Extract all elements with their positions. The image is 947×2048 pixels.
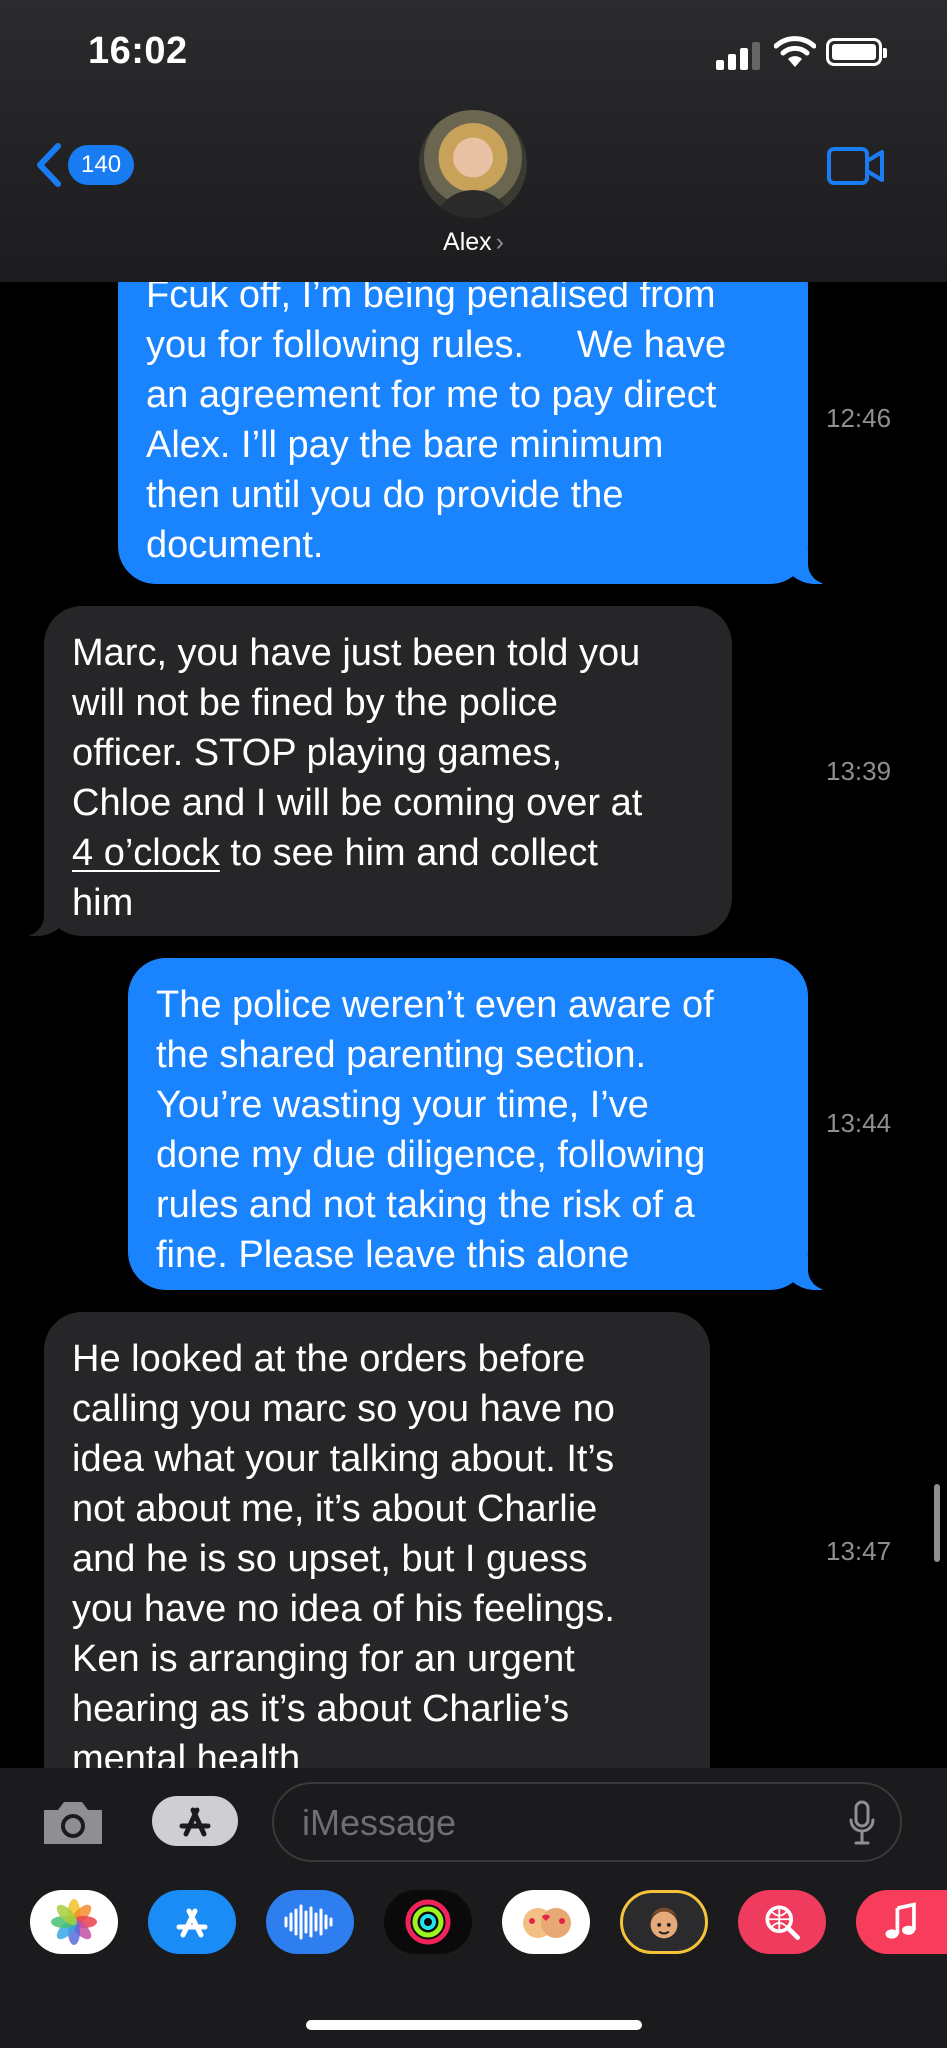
message-line: an agreement for me to pay direct bbox=[146, 374, 717, 416]
message-line: rules and not taking the risk of a bbox=[156, 1184, 695, 1226]
message-line: Chloe and I will be coming over at bbox=[72, 782, 643, 824]
message-line: You’re wasting your time, I’ve bbox=[156, 1084, 649, 1126]
app-store-icon bbox=[179, 1807, 211, 1837]
message-text: to see him and collect bbox=[219, 832, 598, 874]
message-line: then until you do provide the bbox=[146, 474, 624, 516]
message-line: Ken is arranging for an urgent bbox=[72, 1638, 575, 1680]
apps-button[interactable] bbox=[152, 1796, 238, 1846]
message-line: Alex. I’ll pay the bare minimum bbox=[146, 424, 664, 466]
app-store-icon[interactable] bbox=[148, 1890, 236, 1954]
message-line: him bbox=[72, 882, 134, 924]
home-indicator[interactable] bbox=[306, 2020, 642, 2030]
compose-bar: iMessage bbox=[0, 1768, 947, 1876]
activity-icon[interactable] bbox=[384, 1890, 472, 1954]
time-link[interactable]: 4 o’clock bbox=[72, 832, 220, 874]
message-line: you for following rules. We have bbox=[146, 324, 727, 366]
status-time: 16:02 bbox=[88, 30, 188, 72]
message-input[interactable]: iMessage bbox=[272, 1782, 902, 1862]
message-line: the shared parenting section. bbox=[156, 1034, 647, 1076]
message-timestamp: 13:39 bbox=[826, 756, 892, 786]
message-timestamp: 13:47 bbox=[826, 1536, 892, 1566]
back-button[interactable]: 140 bbox=[34, 142, 135, 188]
message-line: The police weren’t even aware of bbox=[156, 984, 714, 1026]
unread-count-badge: 140 bbox=[68, 145, 135, 185]
message-line: you have no idea of his feelings. bbox=[72, 1588, 615, 1630]
message-line: fine. Please leave this alone bbox=[156, 1234, 630, 1276]
message-line: and he is so upset, but I guess bbox=[72, 1538, 588, 1580]
message-line: will not be fined by the police bbox=[72, 682, 558, 724]
memoji-stickers-icon[interactable] bbox=[502, 1890, 590, 1954]
microphone-icon[interactable] bbox=[848, 1800, 876, 1846]
contact-name: Alex bbox=[443, 228, 492, 256]
avatar[interactable] bbox=[419, 110, 527, 218]
camera-icon[interactable] bbox=[40, 1798, 106, 1848]
message-line: Marc, you have just been told you bbox=[72, 632, 641, 674]
chevron-right-icon: › bbox=[495, 228, 504, 256]
audio-message-icon[interactable] bbox=[266, 1890, 354, 1954]
message-line: He looked at the orders before bbox=[72, 1338, 586, 1380]
message-timestamp: 12:46 bbox=[826, 403, 892, 433]
music-icon[interactable] bbox=[856, 1890, 947, 1954]
message-bubble-sent[interactable]: Fcuk off, I’m being penalised from you f… bbox=[118, 248, 844, 584]
message-line: idea what your talking about. It’s bbox=[72, 1438, 615, 1480]
wifi-icon bbox=[774, 36, 816, 67]
video-call-icon[interactable] bbox=[826, 146, 886, 186]
message-bubble-received[interactable]: He looked at the orders before calling y… bbox=[44, 1312, 710, 1768]
scroll-indicator[interactable] bbox=[934, 1484, 940, 1562]
message-line: hearing as it’s about Charlie’s bbox=[72, 1688, 570, 1730]
message-line: officer. STOP playing games, bbox=[72, 732, 563, 774]
conversation-header: 16:02 140 Alex › bbox=[0, 0, 947, 282]
message-bubble-received[interactable]: Marc, you have just been told you will n… bbox=[8, 606, 732, 936]
message-line: mental health bbox=[72, 1738, 301, 1768]
web-search-icon[interactable] bbox=[738, 1890, 826, 1954]
message-line: not about me, it’s about Charlie bbox=[72, 1488, 598, 1530]
message-bubble-sent[interactable]: The police weren’t even aware of the sha… bbox=[128, 958, 844, 1290]
battery-icon bbox=[826, 38, 887, 66]
message-timestamp: 13:44 bbox=[826, 1108, 892, 1138]
memoji-icon[interactable] bbox=[620, 1890, 708, 1954]
photos-icon[interactable] bbox=[30, 1890, 118, 1954]
chevron-left-icon bbox=[37, 143, 61, 187]
app-drawer bbox=[0, 1876, 947, 2048]
message-input-placeholder: iMessage bbox=[302, 1802, 457, 1843]
contact-name-button[interactable]: Alex › bbox=[0, 228, 947, 257]
message-line: 4 o’clock to see him and collect bbox=[72, 828, 704, 878]
message-line: done my due diligence, following bbox=[156, 1134, 706, 1176]
message-line: calling you marc so you have no bbox=[72, 1388, 615, 1430]
message-line: document. bbox=[146, 524, 324, 566]
cellular-signal-icon bbox=[716, 40, 766, 70]
